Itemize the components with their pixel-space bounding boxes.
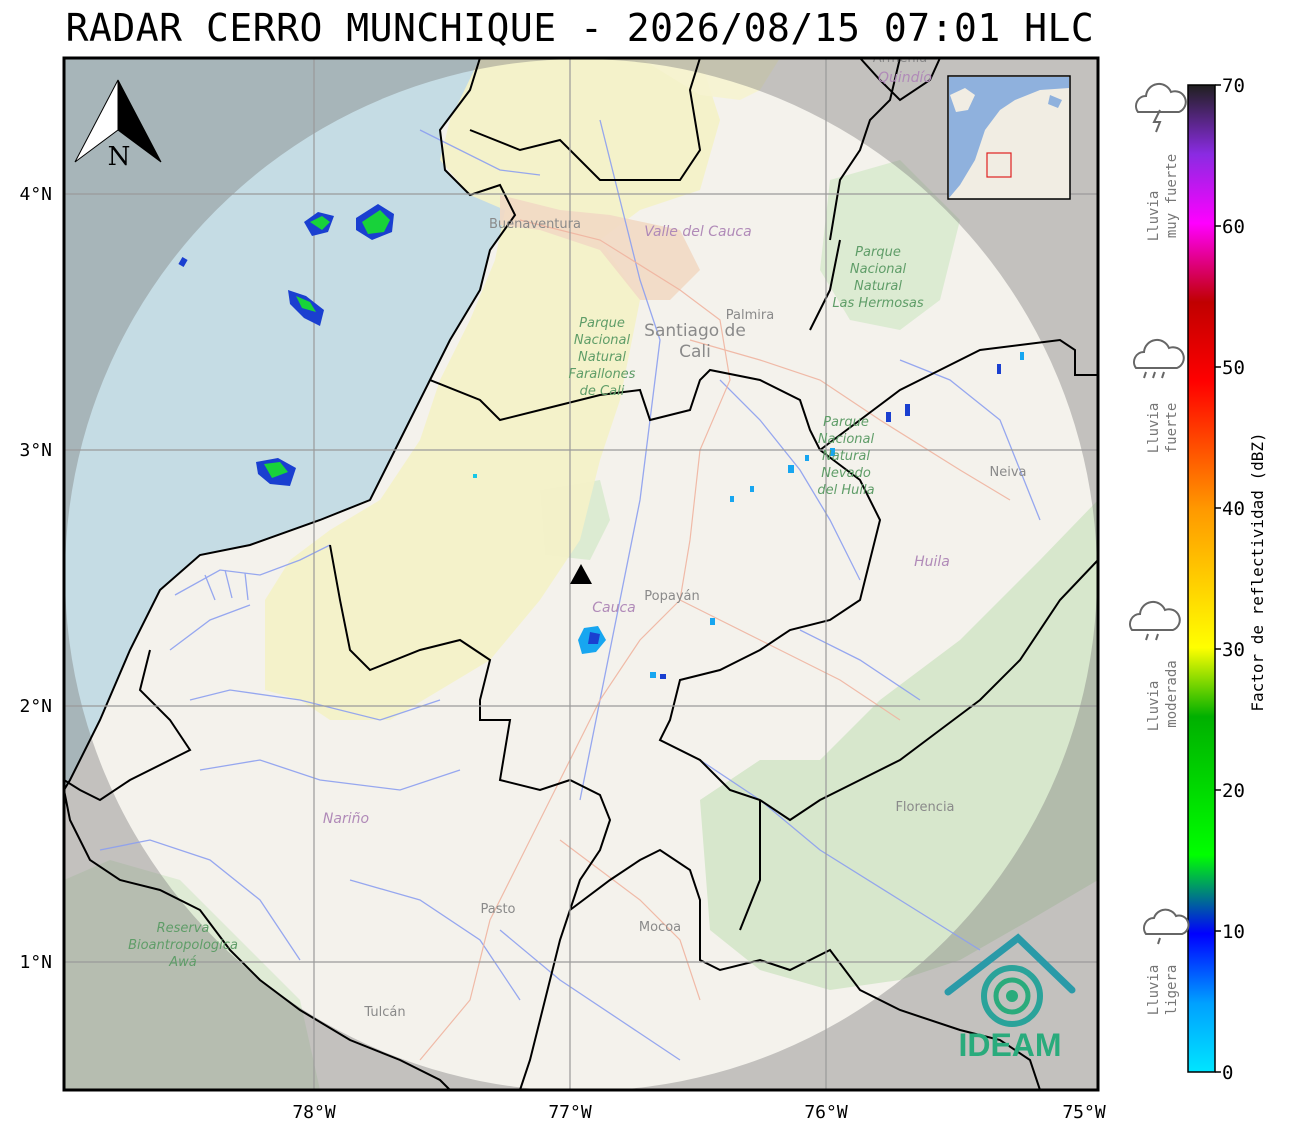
x-tick-78w: 78°W bbox=[292, 1102, 336, 1123]
label-buenaventura: Buenaventura bbox=[489, 217, 581, 232]
colorbar-tick-10: 10 bbox=[1222, 921, 1245, 943]
label-cali: Cali bbox=[679, 342, 711, 362]
colorbar-tick-40: 40 bbox=[1222, 498, 1245, 520]
rain-label-muy-fuerte-1: Lluvia bbox=[1146, 191, 1162, 242]
y-tick-1n: 1°N bbox=[19, 952, 52, 973]
label-mocoa: Mocoa bbox=[639, 920, 681, 935]
svg-text:Parque: Parque bbox=[579, 316, 625, 331]
x-axis: 78°W 77°W 76°W 75°W bbox=[292, 1102, 1106, 1123]
rain-label-muy-fuerte-2: muy fuerte bbox=[1164, 154, 1180, 238]
colorbar: 0 10 20 30 40 50 60 70 Factor de reflect… bbox=[1187, 75, 1267, 1084]
y-tick-4n: 4°N bbox=[19, 184, 52, 205]
svg-text:Nacional: Nacional bbox=[850, 262, 907, 277]
label-valle-del-cauca: Valle del Cauca bbox=[644, 224, 751, 240]
y-tick-3n: 3°N bbox=[19, 440, 52, 461]
moderate-rain-icon bbox=[1129, 600, 1181, 641]
svg-text:Farallones: Farallones bbox=[569, 367, 636, 382]
rain-label-fuerte-2: fuerte bbox=[1164, 403, 1180, 454]
colorbar-tick-50: 50 bbox=[1222, 357, 1245, 379]
label-tulcan: Tulcán bbox=[363, 1005, 405, 1020]
rain-label-moderada-2: moderada bbox=[1164, 660, 1180, 727]
x-tick-75w: 75°W bbox=[1062, 1102, 1106, 1123]
colorbar-title: Factor de reflectividad (dBZ) bbox=[1248, 432, 1267, 711]
rain-label-ligera-2: ligera bbox=[1164, 965, 1180, 1016]
svg-text:Parque: Parque bbox=[855, 245, 901, 260]
label-cauca: Cauca bbox=[592, 600, 636, 616]
label-neiva: Neiva bbox=[990, 465, 1027, 480]
label-pasto: Pasto bbox=[480, 902, 515, 917]
label-popayan: Popayán bbox=[644, 589, 699, 604]
svg-text:Parque: Parque bbox=[823, 415, 869, 430]
rain-label-ligera-1: Lluvia bbox=[1146, 965, 1162, 1016]
svg-text:Natural: Natural bbox=[578, 350, 626, 365]
svg-text:Bioantropologica: Bioantropologica bbox=[128, 938, 238, 953]
svg-text:Nevado: Nevado bbox=[821, 466, 871, 481]
label-florencia: Florencia bbox=[895, 800, 954, 815]
label-huila: Huila bbox=[914, 554, 950, 570]
x-tick-76w: 76°W bbox=[804, 1102, 848, 1123]
colorbar-gradient bbox=[1187, 84, 1216, 1073]
radar-map[interactable]: Santiago de Cali Palmira Buenaventura Va… bbox=[0, 0, 1309, 1137]
rain-label-fuerte-1: Lluvia bbox=[1146, 403, 1162, 454]
svg-text:Awá: Awá bbox=[168, 955, 197, 970]
colorbar-tick-30: 30 bbox=[1222, 639, 1245, 661]
label-palmira: Palmira bbox=[726, 308, 774, 323]
y-axis: 4°N 3°N 2°N 1°N bbox=[19, 184, 52, 973]
colorbar-tick-60: 60 bbox=[1222, 216, 1245, 238]
svg-text:de Cali: de Cali bbox=[580, 384, 625, 399]
x-tick-77w: 77°W bbox=[548, 1102, 592, 1123]
svg-text:Natural: Natural bbox=[854, 279, 902, 294]
svg-text:Reserva: Reserva bbox=[157, 921, 210, 936]
inset-overview-map[interactable] bbox=[947, 75, 1071, 200]
svg-text:Las Hermosas: Las Hermosas bbox=[832, 296, 924, 311]
thunderstorm-icon bbox=[1135, 82, 1187, 133]
colorbar-tick-70: 70 bbox=[1222, 75, 1245, 97]
label-quindio: Quindío bbox=[878, 70, 932, 86]
svg-text:Natural: Natural bbox=[822, 449, 870, 464]
y-tick-2n: 2°N bbox=[19, 696, 52, 717]
label-santiago-de-cali: Santiago de bbox=[644, 321, 746, 341]
light-rain-icon bbox=[1143, 908, 1190, 945]
rain-label-moderada-1: Lluvia bbox=[1146, 681, 1162, 732]
park-nevado-del-huila: Parque Nacional Natural Nevado del Huila bbox=[817, 415, 874, 498]
colorbar-tick-20: 20 bbox=[1222, 780, 1245, 802]
svg-text:Nacional: Nacional bbox=[818, 432, 875, 447]
label-narino: Nariño bbox=[323, 811, 369, 827]
colorbar-tick-0: 0 bbox=[1222, 1062, 1233, 1084]
logo-text: IDEAM bbox=[958, 1027, 1061, 1063]
north-letter: N bbox=[108, 142, 131, 172]
heavy-rain-icon bbox=[1133, 338, 1185, 379]
rain-legend: Lluvia muy fuerte Lluvia fuerte Lluvia m… bbox=[1129, 82, 1190, 1016]
svg-text:Nacional: Nacional bbox=[574, 333, 631, 348]
svg-text:del Huila: del Huila bbox=[817, 483, 874, 498]
